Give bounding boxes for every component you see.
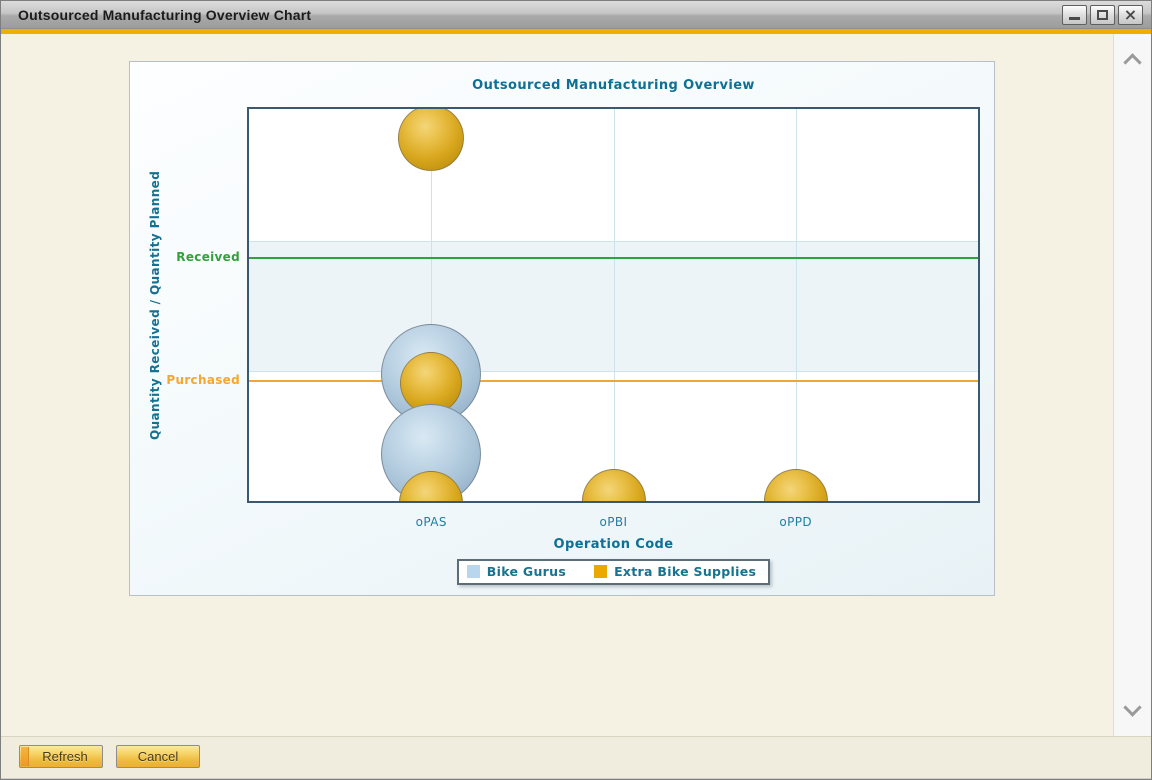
legend-label: Extra Bike Supplies — [614, 564, 756, 579]
legend-label: Bike Gurus — [487, 564, 566, 579]
scroll-down-icon[interactable] — [1123, 698, 1141, 716]
reference-line-purchased — [249, 380, 978, 382]
legend-swatch — [467, 565, 480, 578]
x-category-label: oPAS — [391, 515, 471, 529]
default-button-stripe-icon — [21, 747, 29, 766]
y-axis-title: Quantity Received / Quantity Planned — [144, 107, 166, 503]
refresh-button-label: Refresh — [42, 749, 88, 764]
window-title: Outsourced Manufacturing Overview Chart — [18, 7, 311, 23]
y-tick-label-received: Received — [130, 250, 240, 264]
maximize-icon — [1097, 10, 1108, 20]
plot-area — [247, 107, 980, 503]
chart-title: Outsourced Manufacturing Overview — [247, 78, 980, 93]
refresh-button[interactable]: Refresh — [19, 745, 103, 768]
vertical-scrollbar[interactable] — [1113, 34, 1151, 736]
y-tick-label-purchased: Purchased — [130, 373, 240, 387]
legend-item: Bike Gurus — [467, 564, 566, 579]
maximize-button[interactable] — [1090, 5, 1115, 25]
x-axis-title: Operation Code — [247, 537, 980, 552]
vertical-gridline — [796, 109, 797, 501]
vertical-gridline — [614, 109, 615, 501]
x-category-label: oPPD — [756, 515, 836, 529]
bubble-point[interactable] — [582, 469, 646, 503]
window-controls: × — [1062, 5, 1143, 25]
app-window: Outsourced Manufacturing Overview Chart … — [0, 0, 1152, 780]
titlebar: Outsourced Manufacturing Overview Chart … — [1, 1, 1151, 29]
minimize-button[interactable] — [1062, 5, 1087, 25]
bubble-point[interactable] — [764, 469, 828, 503]
scroll-up-icon[interactable] — [1123, 53, 1141, 71]
chart-panel: Outsourced Manufacturing Overview Quanti… — [129, 61, 995, 596]
minimize-icon — [1069, 17, 1080, 20]
content-area: Outsourced Manufacturing Overview Quanti… — [1, 34, 1151, 736]
legend-box: Bike Gurus Extra Bike Supplies — [457, 559, 770, 585]
close-icon: × — [1124, 7, 1137, 23]
legend-swatch — [594, 565, 607, 578]
bubble-point[interactable] — [398, 107, 464, 171]
legend-item: Extra Bike Supplies — [594, 564, 756, 579]
cancel-button-label: Cancel — [138, 749, 178, 764]
reference-line-received — [249, 257, 978, 259]
x-category-label: oPBI — [574, 515, 654, 529]
button-bar: Refresh Cancel — [1, 736, 1151, 778]
chart-legend: Bike Gurus Extra Bike Supplies — [247, 559, 980, 585]
cancel-button[interactable]: Cancel — [116, 745, 200, 768]
close-button[interactable]: × — [1118, 5, 1143, 25]
